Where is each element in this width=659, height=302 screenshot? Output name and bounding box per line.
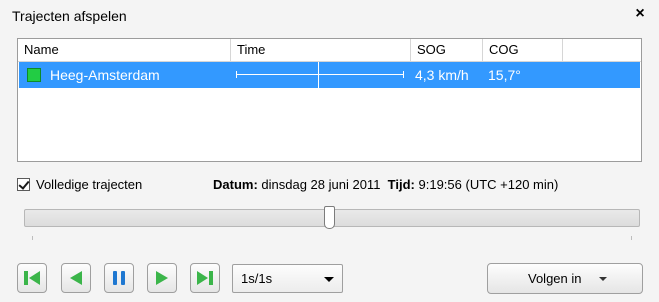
column-cog[interactable]: COG <box>483 39 563 61</box>
datetime-readout: Datum: dinsdag 28 juni 2011 Tijd: 9:19:5… <box>213 177 558 192</box>
slider-end-tick <box>631 236 632 240</box>
speed-select[interactable]: 1s/1s <box>232 264 343 293</box>
slider-start-tick <box>32 236 33 240</box>
skip-end-icon <box>197 271 213 285</box>
datum-label: Datum: <box>213 177 258 192</box>
skip-to-start-button[interactable] <box>17 263 47 293</box>
dropdown-arrow-icon <box>599 277 607 281</box>
skip-to-end-button[interactable] <box>190 263 220 293</box>
tijd-value: 9:19:56 (UTC +120 min) <box>418 177 559 192</box>
track-sog: 4,3 km/h <box>415 67 469 83</box>
playback-slider-thumb[interactable] <box>324 206 335 229</box>
timeline-start-tick <box>236 71 237 78</box>
close-icon[interactable]: × <box>631 5 649 23</box>
track-color-swatch <box>27 68 41 82</box>
track-name: Heeg-Amsterdam <box>50 67 160 83</box>
skip-start-icon <box>24 271 40 285</box>
track-timeline <box>236 62 404 88</box>
list-header: Name Time SOG COG <box>18 39 641 62</box>
track-cog: 15,7° <box>488 67 521 83</box>
timeline-cursor <box>318 62 319 88</box>
column-sog[interactable]: SOG <box>411 39 483 61</box>
datum-value: dinsdag 28 juni 2011 <box>261 177 381 192</box>
timeline-end-tick <box>403 71 404 78</box>
pause-button[interactable] <box>104 263 134 293</box>
column-name[interactable]: Name <box>18 39 231 61</box>
chevron-down-icon <box>324 277 334 282</box>
step-forward-icon <box>156 271 168 285</box>
full-tracks-checkbox[interactable] <box>17 178 30 191</box>
follow-in-label: Volgen in <box>528 271 582 286</box>
tijd-label: Tijd: <box>387 177 415 192</box>
speed-value: 1s/1s <box>241 271 273 286</box>
step-back-button[interactable] <box>61 263 91 293</box>
step-back-icon <box>70 271 82 285</box>
step-forward-button[interactable] <box>147 263 177 293</box>
follow-in-button[interactable]: Volgen in <box>487 263 643 294</box>
pause-icon <box>113 271 125 285</box>
track-row[interactable]: Heeg-Amsterdam 4,3 km/h 15,7° <box>19 62 640 88</box>
track-list[interactable]: Name Time SOG COG Heeg-Amsterdam 4,3 km/… <box>17 38 642 162</box>
column-time[interactable]: Time <box>231 39 411 61</box>
window-title: Trajecten afspelen <box>12 8 127 24</box>
full-tracks-label[interactable]: Volledige trajecten <box>36 177 142 192</box>
title-bar: Trajecten afspelen × <box>0 0 659 30</box>
